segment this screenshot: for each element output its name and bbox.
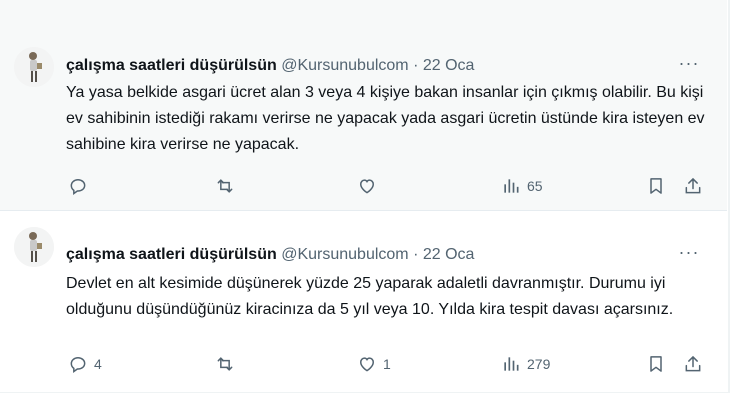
heart-icon (357, 176, 377, 196)
author-name[interactable]: çalışma saatleri düşürülsün (66, 246, 277, 263)
more-options-icon[interactable]: ··· (677, 54, 701, 78)
reply-icon (68, 354, 88, 374)
views-button[interactable]: 279 (501, 351, 550, 377)
author-handle[interactable]: @Kursunubulcom (281, 57, 408, 74)
views-icon (501, 354, 521, 374)
like-button[interactable] (357, 173, 383, 199)
tweet-1[interactable]: çalışma saatleri düşürülsün @Kursunubulc… (0, 0, 727, 211)
tweet-text: Ya yasa belkide asgari ücret alan 3 veya… (66, 84, 705, 153)
share-button[interactable] (683, 351, 703, 377)
view-count: 279 (527, 356, 551, 372)
like-count: 1 (383, 356, 391, 372)
avatar[interactable] (14, 47, 54, 87)
retweet-icon (215, 354, 235, 374)
avatar[interactable] (14, 227, 54, 267)
reply-count: 4 (94, 356, 102, 372)
separator-dot: · (413, 57, 419, 74)
tweet-actions: 65 (0, 173, 727, 199)
like-button[interactable]: 1 (357, 351, 391, 377)
author-name[interactable]: çalışma saatleri düşürülsün (66, 57, 277, 74)
retweet-icon (215, 176, 235, 196)
tweet-header: çalışma saatleri düşürülsün @Kursunubulc… (66, 55, 474, 77)
reply-button[interactable] (68, 173, 94, 199)
bookmark-button[interactable] (646, 173, 666, 199)
reply-icon (68, 176, 88, 196)
tweet-date[interactable]: 22 Oca (423, 57, 475, 74)
divider (0, 392, 730, 393)
view-count: 65 (527, 178, 543, 194)
share-button[interactable] (683, 173, 703, 199)
author-handle[interactable]: @Kursunubulcom (281, 246, 408, 263)
views-button[interactable]: 65 (501, 173, 543, 199)
bookmark-icon (646, 176, 666, 196)
retweet-button[interactable] (215, 351, 241, 377)
tweet-date[interactable]: 22 Oca (423, 246, 475, 263)
tweet-2[interactable]: çalışma saatleri düşürülsün @Kursunubulc… (0, 211, 727, 391)
tweet-text: Devlet en alt kesimide düşünerek yüzde 2… (66, 275, 674, 318)
retweet-button[interactable] (215, 173, 241, 199)
views-icon (501, 176, 521, 196)
more-options-icon[interactable]: ··· (677, 243, 701, 267)
tweet-actions: 4 1 279 (0, 351, 727, 377)
share-icon (683, 354, 703, 374)
reply-button[interactable]: 4 (68, 351, 102, 377)
separator-dot: · (413, 246, 419, 263)
share-icon (683, 176, 703, 196)
bookmark-button[interactable] (646, 351, 666, 377)
bookmark-icon (646, 354, 666, 374)
heart-icon (357, 354, 377, 374)
tweet-header: çalışma saatleri düşürülsün @Kursunubulc… (66, 244, 474, 266)
